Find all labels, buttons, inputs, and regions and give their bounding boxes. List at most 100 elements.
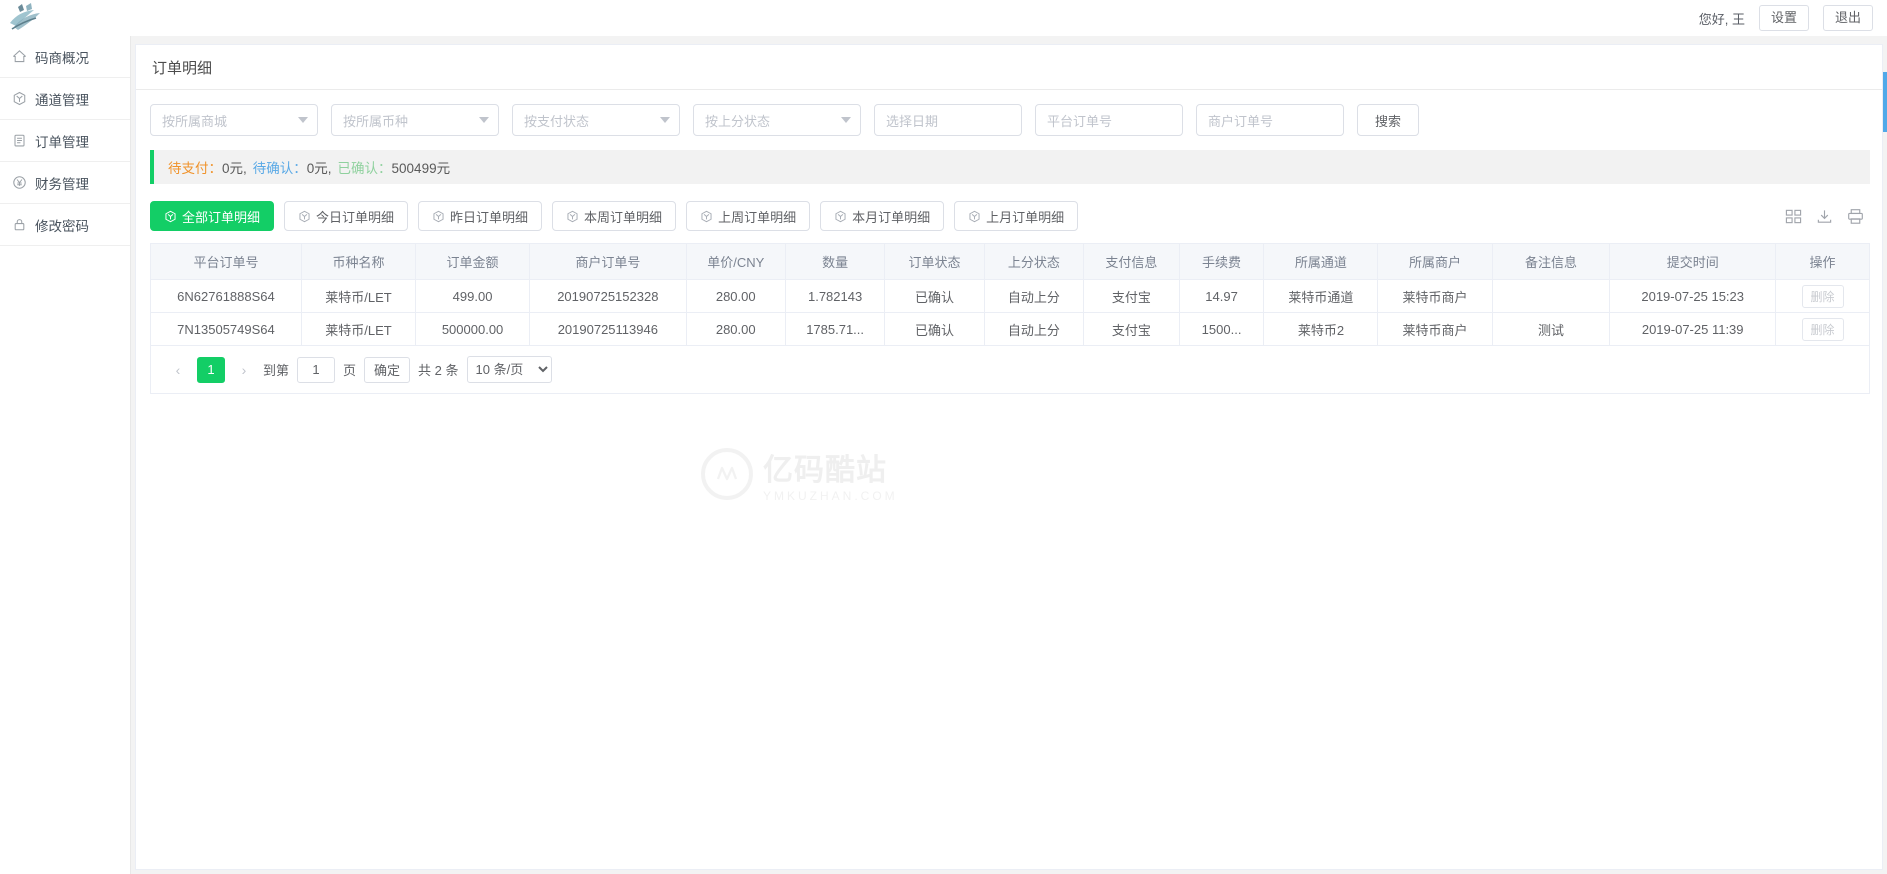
col-platform-order-no: 平台订单号 xyxy=(150,243,302,280)
cell-remark xyxy=(1492,279,1611,313)
filter-credit-status-placeholder: 按上分状态 xyxy=(705,113,771,129)
cell-action: 删除 xyxy=(1775,312,1870,346)
orders-table-container: 平台订单号 币种名称 订单金额 商户订单号 单价/CNY 数量 订单状态 上分状… xyxy=(136,243,1882,346)
home-icon xyxy=(12,49,27,64)
cell-order-status: 已确认 xyxy=(884,279,985,313)
cell-pay-info: 支付宝 xyxy=(1083,312,1180,346)
sidebar-item-label: 修改密码 xyxy=(35,218,89,234)
chevron-down-icon xyxy=(479,117,489,123)
filter-currency-select[interactable]: 按所属币种 xyxy=(331,104,499,136)
settings-button[interactable]: 设置 xyxy=(1758,5,1809,31)
filter-currency-placeholder: 按所属币种 xyxy=(343,113,409,129)
page-number-1[interactable]: 1 xyxy=(197,356,225,383)
goto-page-input[interactable] xyxy=(297,356,336,383)
chevron-down-icon xyxy=(660,117,670,123)
confirming-value: 0元, xyxy=(306,161,332,176)
cell-remark: 测试 xyxy=(1492,312,1611,346)
col-amount: 订单金额 xyxy=(415,243,531,280)
tab-this-month-orders[interactable]: 本月订单明细 xyxy=(820,201,945,231)
print-icon[interactable] xyxy=(1847,208,1864,225)
cube-icon xyxy=(968,210,981,223)
filter-credit-status-select[interactable]: 按上分状态 xyxy=(693,104,861,136)
filter-date-input[interactable]: 选择日期 xyxy=(874,104,1022,136)
cell-quantity: 1.782143 xyxy=(785,279,886,313)
sidebar-item-label: 财务管理 xyxy=(35,176,89,192)
page-unit-label: 页 xyxy=(343,363,357,378)
sidebar-item-finance[interactable]: 财务管理 xyxy=(0,162,130,204)
cell-platform-order-no: 6N62761888S64 xyxy=(150,279,302,313)
watermark-subtitle: YMKUZHAN.COM xyxy=(763,489,898,503)
clipboard-icon xyxy=(12,133,27,148)
delete-button[interactable]: 删除 xyxy=(1801,284,1844,308)
pending-label: 待支付： xyxy=(168,161,222,176)
tab-yesterday-orders[interactable]: 昨日订单明细 xyxy=(418,201,543,231)
filter-mall-select[interactable]: 按所属商城 xyxy=(150,104,318,136)
cell-channel: 莱特币2 xyxy=(1263,312,1379,346)
tab-last-month-orders[interactable]: 上月订单明细 xyxy=(954,201,1079,231)
cell-merchant-order-no: 20190725152328 xyxy=(529,279,687,313)
cell-merchant-order-no: 20190725113946 xyxy=(529,312,687,346)
page-title: 订单明细 xyxy=(136,45,1882,90)
next-page-button[interactable]: › xyxy=(233,358,255,382)
sidebar-item-order[interactable]: 订单管理 xyxy=(0,120,130,162)
col-remark: 备注信息 xyxy=(1492,243,1611,280)
cube-icon xyxy=(298,210,311,223)
watermark: 亿码酷站 YMKUZHAN.COM xyxy=(701,445,898,503)
tab-today-orders[interactable]: 今日订单明细 xyxy=(284,201,409,231)
tab-label: 本周订单明细 xyxy=(584,209,663,225)
orders-table: 平台订单号 币种名称 订单金额 商户订单号 单价/CNY 数量 订单状态 上分状… xyxy=(150,243,1870,346)
confirmed-value: 500499元 xyxy=(391,161,451,176)
table-row[interactable]: 7N13505749S64 莱特币/LET 500000.00 20190725… xyxy=(150,312,1870,346)
delete-button[interactable]: 删除 xyxy=(1801,317,1844,341)
goto-confirm-button[interactable]: 确定 xyxy=(364,356,411,383)
cell-currency: 莱特币/LET xyxy=(301,279,417,313)
page-size-select[interactable]: 10 条/页20 条/页50 条/页100 条/页 xyxy=(466,356,552,383)
cell-currency: 莱特币/LET xyxy=(301,312,417,346)
cell-quantity: 1785.71... xyxy=(785,312,886,346)
tab-label: 上月订单明细 xyxy=(986,209,1065,225)
platform-order-no-input[interactable]: 平台订单号 xyxy=(1035,104,1183,136)
lock-icon xyxy=(12,217,27,232)
col-action: 操作 xyxy=(1775,243,1870,280)
tab-all-orders[interactable]: 全部订单明细 xyxy=(150,201,275,231)
col-order-status: 订单状态 xyxy=(884,243,985,280)
tab-label: 昨日订单明细 xyxy=(450,209,529,225)
pagination: ‹ 1 › 到第 页 确定 共 2 条 10 条/页20 条/页50 条/页10… xyxy=(150,346,1870,394)
col-channel: 所属通道 xyxy=(1263,243,1379,280)
cell-platform-order-no: 7N13505749S64 xyxy=(150,312,302,346)
main-content: 订单明细 按所属商城 按所属币种 按支付状态 按上分状态 选择日期 平台订单号 … xyxy=(131,36,1887,874)
platform-order-no-placeholder: 平台订单号 xyxy=(1047,113,1113,129)
col-merchant-order-no: 商户订单号 xyxy=(529,243,687,280)
cell-fee: 14.97 xyxy=(1179,279,1265,313)
sidebar-item-label: 码商概况 xyxy=(35,50,89,66)
tab-last-week-orders[interactable]: 上周订单明细 xyxy=(686,201,811,231)
export-icon[interactable] xyxy=(1816,208,1833,225)
top-header-bar: 您好, 王 设置 退出 xyxy=(0,0,1887,36)
cell-merchant: 莱特币商户 xyxy=(1377,312,1493,346)
tab-label: 本月订单明细 xyxy=(852,209,931,225)
goto-label: 到第 xyxy=(263,363,290,378)
logout-button[interactable]: 退出 xyxy=(1822,5,1873,31)
prev-page-button[interactable]: ‹ xyxy=(167,358,189,382)
filter-pay-status-select[interactable]: 按支付状态 xyxy=(512,104,680,136)
sidebar-item-overview[interactable]: 码商概况 xyxy=(0,36,130,78)
confirming-label: 待确认： xyxy=(252,161,307,176)
sidebar-item-channel[interactable]: 通道管理 xyxy=(0,78,130,120)
tab-this-week-orders[interactable]: 本周订单明细 xyxy=(552,201,677,231)
filter-mall-placeholder: 按所属商城 xyxy=(162,113,228,129)
table-row[interactable]: 6N62761888S64 莱特币/LET 499.00 20190725152… xyxy=(150,279,1870,313)
col-credit-status: 上分状态 xyxy=(984,243,1085,280)
sidebar-item-password[interactable]: 修改密码 xyxy=(0,204,130,246)
site-logo[interactable] xyxy=(4,1,50,35)
cell-merchant: 莱特币商户 xyxy=(1377,279,1493,313)
col-currency: 币种名称 xyxy=(301,243,417,280)
watermark-title: 亿码酷站 xyxy=(763,454,887,487)
col-submit-time: 提交时间 xyxy=(1609,243,1777,280)
cell-credit-status: 自动上分 xyxy=(984,312,1085,346)
search-button[interactable]: 搜索 xyxy=(1357,104,1419,136)
user-greeting: 您好, 王 xyxy=(1698,11,1745,27)
tab-label: 上周订单明细 xyxy=(718,209,797,225)
columns-icon[interactable] xyxy=(1785,208,1802,225)
merchant-order-no-input[interactable]: 商户订单号 xyxy=(1196,104,1344,136)
cube-icon xyxy=(432,210,445,223)
